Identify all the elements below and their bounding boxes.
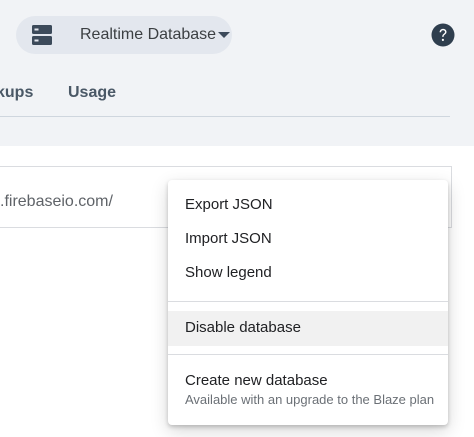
menu-divider (168, 354, 448, 355)
database-icon (32, 25, 52, 45)
database-url[interactable]: .firebaseio.com/ (0, 193, 113, 211)
product-switcher-button[interactable]: Realtime Database (16, 16, 232, 54)
menu-item-label: Import JSON (185, 230, 272, 247)
database-options-menu: Export JSON Import JSON Show legend Disa… (168, 180, 448, 425)
menu-item-label: Create new database (185, 372, 328, 389)
console-header: Realtime Database kups Usage (0, 0, 474, 146)
menu-item-export-json[interactable]: Export JSON (168, 196, 448, 230)
menu-item-label: Show legend (185, 264, 272, 281)
menu-item-disable-database[interactable]: Disable database (168, 311, 448, 346)
caret-down-icon (218, 32, 230, 38)
menu-divider (168, 301, 448, 302)
help-circle-icon[interactable] (431, 23, 455, 47)
tab-usage[interactable]: Usage (68, 84, 116, 102)
menu-item-sublabel: Available with an upgrade to the Blaze p… (185, 392, 435, 407)
menu-item-label: Disable database (185, 319, 301, 336)
product-switcher-label: Realtime Database (80, 26, 217, 43)
menu-item-label: Export JSON (185, 196, 273, 213)
menu-item-show-legend[interactable]: Show legend (168, 264, 448, 298)
tab-backups[interactable]: kups (0, 84, 33, 102)
menu-item-import-json[interactable]: Import JSON (168, 230, 448, 264)
tabs-divider (0, 116, 450, 117)
menu-item-create-new-database[interactable]: Create new database Available with an up… (168, 372, 448, 416)
